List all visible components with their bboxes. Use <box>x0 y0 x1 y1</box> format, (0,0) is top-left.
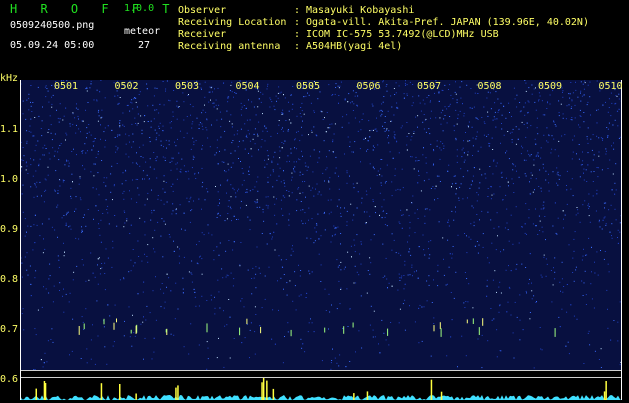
marker-line-lower <box>20 377 621 378</box>
y-axis-unit: kHz <box>0 73 18 84</box>
frame-left <box>20 80 21 400</box>
meteor-echo <box>84 324 85 330</box>
frame-right <box>621 80 622 400</box>
meteor-echo <box>114 323 115 330</box>
info-key: Receiver <box>178 29 294 40</box>
signal-baseline-strip <box>20 370 621 400</box>
meteor-echo <box>555 328 556 337</box>
meteor-spike <box>44 381 46 400</box>
x-tick-label: 0501 <box>54 81 78 92</box>
meteor-echo <box>136 326 137 334</box>
meteor-echo <box>260 327 261 333</box>
noise-floor <box>20 395 621 400</box>
meteor-spike <box>353 393 355 400</box>
meteor-echo <box>131 330 132 334</box>
meteor-spike <box>36 389 38 400</box>
meteor-spike <box>263 378 265 400</box>
timestamp: 05.09.24 05:00 <box>10 40 94 52</box>
x-tick-label: 0510 <box>599 81 623 92</box>
meteor-echo <box>207 323 208 332</box>
y-tick-label: 0.9 <box>0 224 18 235</box>
meteor-spike <box>101 383 103 400</box>
meteor-spike <box>261 382 263 400</box>
info-key: Observer <box>178 5 294 16</box>
meteor-label: meteor <box>124 26 160 38</box>
x-tick-label: 0504 <box>236 81 260 92</box>
meteor-echo <box>482 318 483 326</box>
meteor-echo <box>343 326 344 334</box>
meteor-echo <box>291 330 292 336</box>
info-value: Masayuki Kobayashi <box>306 5 414 16</box>
meteor-spike <box>367 391 369 400</box>
y-tick-label: 0.6 <box>0 374 18 385</box>
meteor-echo <box>440 322 441 329</box>
info-antenna: Receiving antenna:A504HB(yagi 4el) <box>178 41 402 52</box>
x-tick-label: 0502 <box>115 81 139 92</box>
x-tick-label: 0506 <box>357 81 381 92</box>
file-name: 0509240500.png <box>10 20 94 32</box>
spectrogram <box>20 80 621 370</box>
meteor-spike <box>177 385 179 400</box>
meteor-echo <box>473 318 474 324</box>
signal-strip-canvas <box>20 370 621 400</box>
meteor-spike <box>604 391 606 400</box>
meteor-echo <box>79 326 80 335</box>
meteor-spike <box>175 388 177 400</box>
y-tick-label: 1.0 <box>0 174 18 185</box>
meteor-spike <box>273 389 275 400</box>
meteor-spike <box>431 380 433 400</box>
meteor-echo <box>434 325 435 331</box>
info-value: ICOM IC-575 53.7492(@LCD)MHz USB <box>306 29 499 40</box>
meteor-echo <box>387 329 388 336</box>
meteor-echo <box>479 327 480 335</box>
x-tick-label: 0503 <box>175 81 199 92</box>
meteor-spike <box>266 381 268 400</box>
meteor-echo <box>353 323 354 328</box>
info-key: Receiving Location <box>178 17 294 28</box>
info-value: Ogata-vill. Akita-Pref. JAPAN (139.96E, … <box>306 17 589 28</box>
meteor-echo <box>166 329 167 332</box>
x-tick-label: 0509 <box>538 81 562 92</box>
info-location: Receiving Location:Ogata-vill. Akita-Pre… <box>178 17 589 28</box>
info-key: Receiving antenna <box>178 41 294 52</box>
marker-line-upper <box>20 370 621 371</box>
app-version: 1.0.0 <box>124 3 154 15</box>
y-tick-label: 1.1 <box>0 124 18 135</box>
x-tick-label: 0507 <box>417 81 441 92</box>
meteor-echo <box>324 328 325 333</box>
meteor-echo <box>467 320 468 324</box>
x-tick-label: 0505 <box>296 81 320 92</box>
meteor-spike <box>135 394 137 401</box>
meteor-count: 27 <box>138 40 150 52</box>
info-receiver: Receiver:ICOM IC-575 53.7492(@LCD)MHz US… <box>178 29 499 40</box>
y-tick-label: 0.8 <box>0 274 18 285</box>
y-tick-label: 0.7 <box>0 324 18 335</box>
meteor-echo <box>104 319 105 325</box>
meteor-spike <box>119 384 121 400</box>
meteor-echo <box>441 328 442 337</box>
meteor-echo <box>239 328 240 336</box>
x-tick-label: 0508 <box>478 81 502 92</box>
meteor-echo <box>116 319 117 323</box>
spectrogram-canvas <box>20 80 621 370</box>
info-value: A504HB(yagi 4el) <box>306 41 402 52</box>
info-observer: Observer:Masayuki Kobayashi <box>178 5 414 16</box>
meteor-spike <box>441 392 443 400</box>
meteor-echo <box>246 319 247 324</box>
meteor-spike <box>605 381 607 400</box>
